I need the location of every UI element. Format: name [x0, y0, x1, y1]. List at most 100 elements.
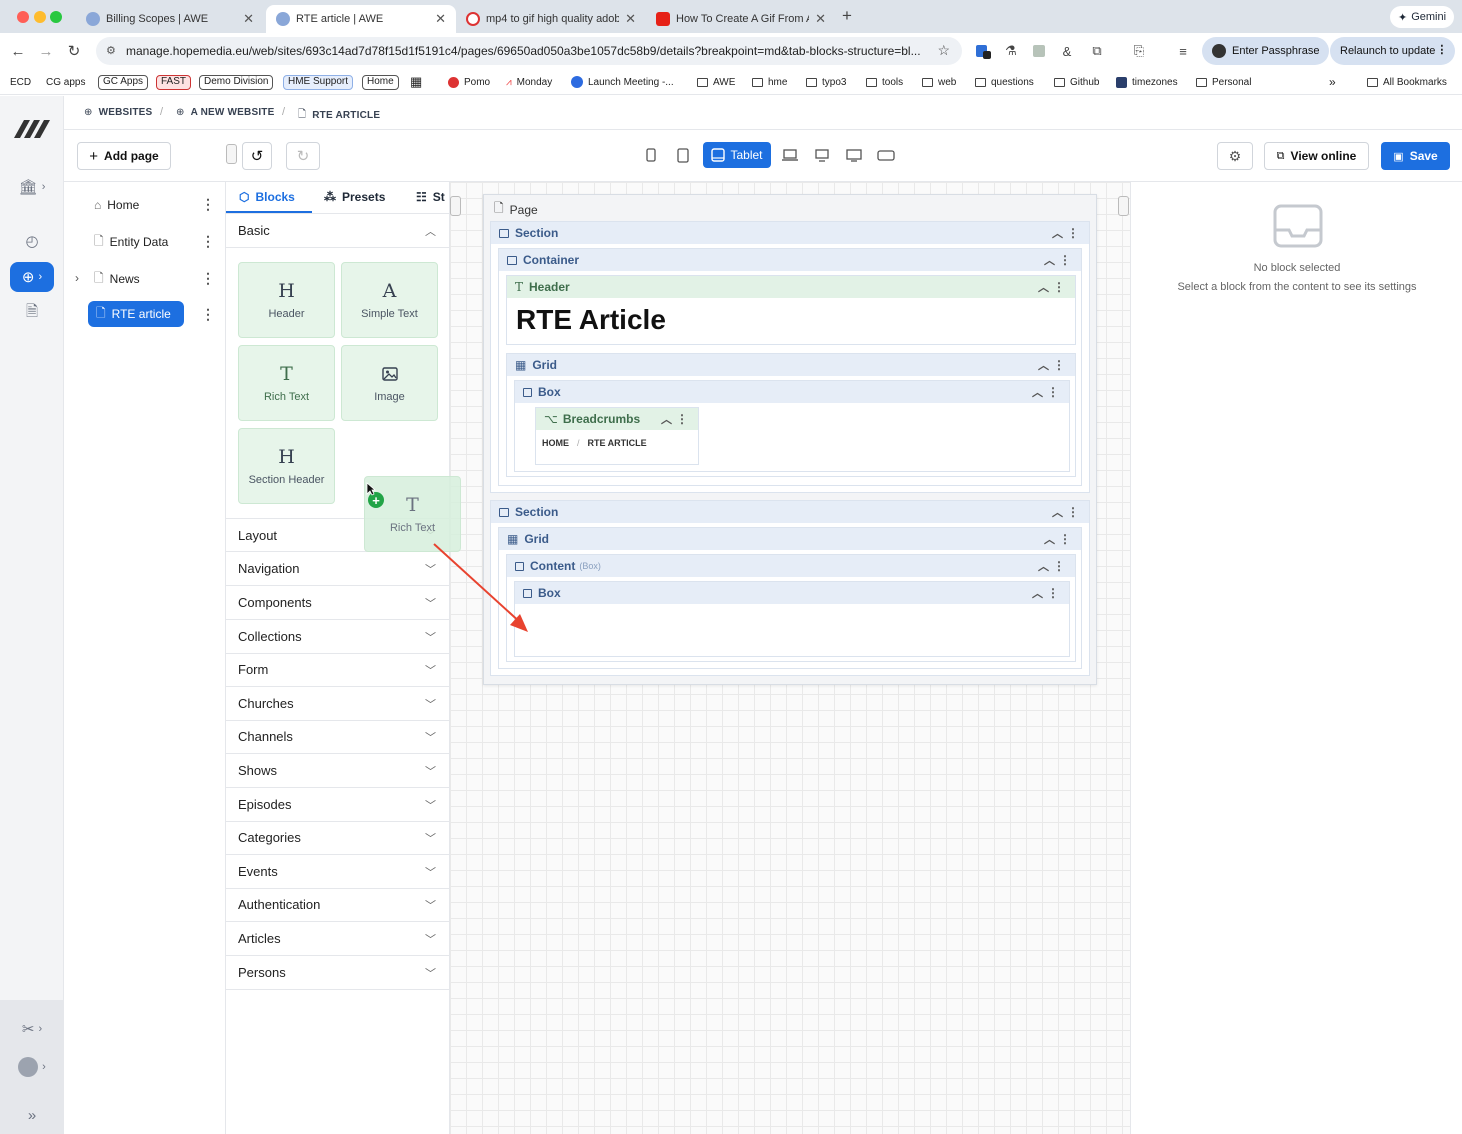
collapse-icon[interactable]: ︿	[1044, 531, 1055, 547]
extension-icon[interactable]	[974, 42, 992, 60]
zoom-window-button[interactable]	[50, 11, 62, 23]
device-desktop-icon[interactable]	[807, 142, 837, 168]
page-menu-icon[interactable]: ⋮	[201, 306, 215, 323]
category-collections[interactable]: Collections ﹀	[226, 620, 450, 654]
page-item-news[interactable]: 🗋 News	[94, 266, 194, 292]
bookmark[interactable]: Demo Division	[199, 74, 274, 90]
block-menu-icon[interactable]: ⋮	[1059, 253, 1071, 267]
tab-presets[interactable]: ⁂ Presets	[324, 190, 385, 204]
dashboard-icon[interactable]: ◴	[10, 226, 54, 256]
category-events[interactable]: Events ﹀	[226, 855, 450, 889]
bookmark[interactable]: HME Support	[283, 74, 354, 90]
block-menu-icon[interactable]: ⋮	[1053, 559, 1065, 573]
forward-icon[interactable]: →	[36, 41, 56, 61]
block-tile-section-header[interactable]: H Section Header	[238, 428, 335, 504]
bank-icon[interactable]: 🏛 ›	[10, 172, 54, 202]
bookmark[interactable]: ECD	[10, 74, 31, 90]
block-menu-icon[interactable]: ⋮	[1067, 505, 1079, 519]
save-button[interactable]: ▣ Save	[1381, 142, 1450, 170]
browser-tab[interactable]: How To Create A Gif From A V ✕	[646, 5, 836, 33]
tab-search-icon[interactable]: ⎘	[1130, 42, 1148, 60]
device-phone-wide-icon[interactable]	[668, 142, 698, 168]
category-channels[interactable]: Channels ﹀	[226, 720, 450, 754]
avatar[interactable]: ›	[10, 1052, 54, 1082]
section-block[interactable]: Section ︿ ⋮ Container ︿ ⋮ T Header ︿ ⋮ RTE Arti…	[490, 221, 1090, 493]
puzzle-icon[interactable]: ⧉	[1088, 42, 1106, 60]
bookmark[interactable]: GC Apps	[98, 74, 149, 90]
document-icon[interactable]: 🗎	[10, 298, 54, 328]
page-item-home[interactable]: ⌂ Home	[94, 192, 194, 218]
content-block[interactable]: Content (Box) ︿ ⋮ Box ︿ ⋮	[506, 554, 1076, 662]
redo-button[interactable]: ↻	[286, 142, 320, 170]
collapse-icon[interactable]: ︿	[1032, 384, 1043, 400]
category-articles[interactable]: Articles ﹀	[226, 922, 450, 956]
minimize-window-button[interactable]	[34, 11, 46, 23]
breadcrumb-item[interactable]: 🗋 RTE ARTICLE	[298, 107, 380, 124]
gemini-button[interactable]: ✦ Gemini	[1390, 6, 1455, 28]
extension-icon[interactable]: ⚗	[1002, 42, 1020, 60]
collapse-icon[interactable]: ︿	[1032, 585, 1043, 601]
bookmark-folder[interactable]: Github	[1054, 74, 1099, 90]
address-bar[interactable]: ⚙ manage.hopemedia.eu/web/sites/693c14ad…	[96, 37, 962, 65]
bookmark-folder[interactable]: Personal	[1196, 74, 1251, 90]
bookmark[interactable]: CG apps	[46, 74, 85, 90]
back-icon[interactable]: ←	[8, 41, 28, 61]
page-menu-icon[interactable]: ⋮	[201, 233, 215, 250]
close-tab-icon[interactable]: ✕	[625, 11, 636, 27]
category-episodes[interactable]: Episodes ﹀	[226, 788, 450, 822]
bookmark[interactable]: Home	[362, 74, 399, 90]
device-phone-icon[interactable]	[636, 142, 666, 168]
block-menu-icon[interactable]: ⋮	[1053, 358, 1065, 372]
page-item-entity-data[interactable]: 🗋 Entity Data	[94, 229, 194, 255]
site-settings-icon[interactable]: ⚙	[106, 44, 116, 57]
browser-tab-active[interactable]: RTE article | AWE ✕	[266, 5, 456, 33]
breadcrumb-item[interactable]: ⊕ WEBSITES	[84, 107, 152, 118]
app-logo[interactable]	[12, 116, 52, 140]
category-categories[interactable]: Categories ﹀	[226, 821, 450, 855]
category-navigation[interactable]: Navigation ﹀	[226, 552, 450, 586]
grid-block[interactable]: ▦ Grid ︿ ⋮ Box ︿ ⋮ ⌥ Breadcrumbs ︿ ⋮ HOME / RTE …	[506, 353, 1076, 477]
box-block[interactable]: Box ︿ ⋮ ⌥ Breadcrumbs ︿ ⋮ HOME / RTE ARTICLE	[514, 380, 1070, 472]
bookmark[interactable]: Launch Meeting -...	[571, 74, 674, 90]
bookmark-folder[interactable]: tools	[866, 74, 903, 90]
canvas-resize-handle-left[interactable]	[450, 196, 461, 216]
bookmark[interactable]: FAST	[156, 74, 192, 90]
category-churches[interactable]: Churches ﹀	[226, 687, 450, 721]
device-monitor-icon[interactable]	[839, 142, 869, 168]
bookmark[interactable]: ⩘ Monday	[506, 74, 552, 90]
undo-button[interactable]: ↺	[242, 142, 272, 170]
new-tab-icon[interactable]: +	[842, 6, 852, 26]
collapse-icon[interactable]: ︿	[1052, 504, 1063, 520]
crumb-home[interactable]: HOME	[542, 438, 569, 448]
page-menu-icon[interactable]: ⋮	[201, 270, 215, 287]
close-tab-icon[interactable]: ✕	[815, 11, 826, 27]
apps-grid-icon[interactable]: ▦	[410, 74, 422, 90]
collapse-icon[interactable]: ︿	[1052, 225, 1063, 241]
tools-icon[interactable]: ✂ ›	[10, 1014, 54, 1044]
container-block[interactable]: Container ︿ ⋮ T Header ︿ ⋮ RTE Article ▦ Grid ︿…	[498, 248, 1082, 486]
panel-resize-handle[interactable]	[226, 144, 237, 164]
block-menu-icon[interactable]: ⋮	[1047, 385, 1059, 399]
block-tile-simple-text[interactable]: A Simple Text	[341, 262, 438, 338]
canvas-resize-handle-right[interactable]	[1118, 196, 1129, 216]
block-menu-icon[interactable]: ⋮	[1059, 532, 1071, 546]
expand-rail-icon[interactable]: »	[10, 1100, 54, 1130]
expand-chevron-icon[interactable]: ›	[75, 271, 79, 285]
block-menu-icon[interactable]: ⋮	[1047, 586, 1059, 600]
device-laptop-icon[interactable]	[775, 142, 805, 168]
reading-list-icon[interactable]: ≡	[1174, 42, 1192, 60]
block-menu-icon[interactable]: ⋮	[1067, 226, 1079, 240]
category-authentication[interactable]: Authentication ﹀	[226, 888, 450, 922]
page-block[interactable]: 🗋 Page Section ︿ ⋮ Container ︿ ⋮ T Header ︿ ⋮ RT…	[483, 194, 1097, 685]
enter-passphrase-button[interactable]: Enter Passphrase	[1202, 37, 1330, 65]
collapse-icon[interactable]: ︿	[1038, 357, 1049, 373]
block-menu-icon[interactable]: ⋮	[676, 412, 688, 426]
device-widescreen-icon[interactable]	[871, 142, 901, 168]
category-shows[interactable]: Shows ﹀	[226, 754, 450, 788]
collapse-icon[interactable]: ︿	[661, 411, 672, 427]
block-tile-rich-text[interactable]: T Rich Text	[238, 345, 335, 421]
tab-structure[interactable]: ☷ St	[416, 190, 450, 204]
block-menu-icon[interactable]: ⋮	[1053, 280, 1065, 294]
page-menu-icon[interactable]: ⋮	[201, 196, 215, 213]
add-page-button[interactable]: + Add page	[77, 142, 171, 170]
